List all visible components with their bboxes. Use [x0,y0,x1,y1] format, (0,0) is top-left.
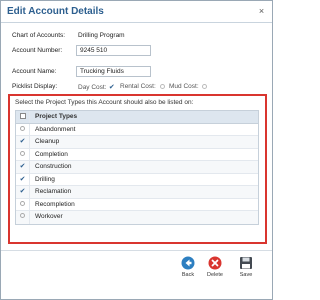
close-icon[interactable]: × [256,6,267,17]
picklist-day-cost-label: Day Cost: [78,84,107,91]
project-type-row[interactable]: Recompletion [16,198,258,211]
project-type-label: Recompletion [35,200,75,208]
project-type-row[interactable]: ✔ Cleanup [16,136,258,149]
project-type-row[interactable]: Abandonment [16,123,258,136]
picklist-rental-cost[interactable]: Rental Cost: [120,83,165,90]
mud-cost-radio[interactable] [202,83,208,89]
dialog-titlebar: Edit Account Details × [1,1,272,23]
project-type-checkbox[interactable] [16,211,30,224]
checkmark-icon[interactable]: ✔ [108,83,115,91]
back-button[interactable]: Back [177,256,199,286]
project-type-checkbox[interactable] [16,123,30,135]
account-name-input[interactable]: Trucking Fluids [76,66,151,77]
project-type-label: Drilling [35,175,55,183]
project-type-row[interactable]: Workover [16,211,258,224]
project-types-grid: Project Types Abandonment ✔ Cleanup Comp… [15,110,259,225]
checkmark-icon[interactable]: ✔ [16,186,30,198]
project-types-caption: Select the Project Types this Account sh… [15,99,194,106]
back-arrow-icon [181,256,195,270]
edit-account-dialog: Edit Account Details × Chart of Accounts… [0,0,273,300]
select-all-checkbox[interactable] [16,111,30,123]
checkmark-icon[interactable]: ✔ [16,136,30,148]
account-name-label: Account Name: [12,68,57,75]
project-type-row[interactable]: ✔ Construction [16,161,258,174]
project-type-checkbox[interactable] [16,198,30,210]
save-button-label: Save [239,272,253,278]
picklist-mud-cost[interactable]: Mud Cost: [169,83,208,90]
footer-divider [1,250,272,251]
delete-icon [208,256,222,270]
save-button[interactable]: Save [235,256,257,286]
checkmark-icon[interactable]: ✔ [16,161,30,173]
back-button-label: Back [181,272,195,278]
project-types-header-row: Project Types [16,111,258,124]
checkmark-icon[interactable]: ✔ [16,173,30,185]
project-type-label: Completion [35,150,68,158]
project-types-header: Project Types [35,113,78,120]
project-type-label: Workover [35,213,63,220]
picklist-day-cost[interactable]: Day Cost: ✔ [78,83,115,91]
chart-of-accounts-label: Chart of Accounts: [12,32,66,39]
project-types-panel: Select the Project Types this Account sh… [8,94,267,244]
project-type-row[interactable]: ✔ Drilling [16,173,258,186]
rental-cost-radio[interactable] [159,83,165,89]
save-disk-icon [239,256,253,270]
project-type-label: Cleanup [35,138,60,145]
account-number-label: Account Number: [12,47,63,54]
chart-of-accounts-value: Drilling Program [78,32,125,39]
project-type-label: Abandonment [35,125,76,133]
delete-button[interactable]: Delete [204,256,226,286]
project-type-label: Reclamation [35,188,72,195]
picklist-rental-cost-label: Rental Cost: [120,83,156,90]
project-type-checkbox[interactable] [16,148,30,160]
project-type-label: Construction [35,163,72,170]
picklist-label: Picklist Display: [12,83,58,90]
project-type-row[interactable]: ✔ Reclamation [16,186,258,199]
picklist-mud-cost-label: Mud Cost: [169,83,199,90]
account-number-input[interactable]: 9245 510 [76,45,151,56]
project-type-row[interactable]: Completion [16,148,258,161]
dialog-title: Edit Account Details [7,6,104,17]
delete-button-label: Delete [207,272,223,278]
